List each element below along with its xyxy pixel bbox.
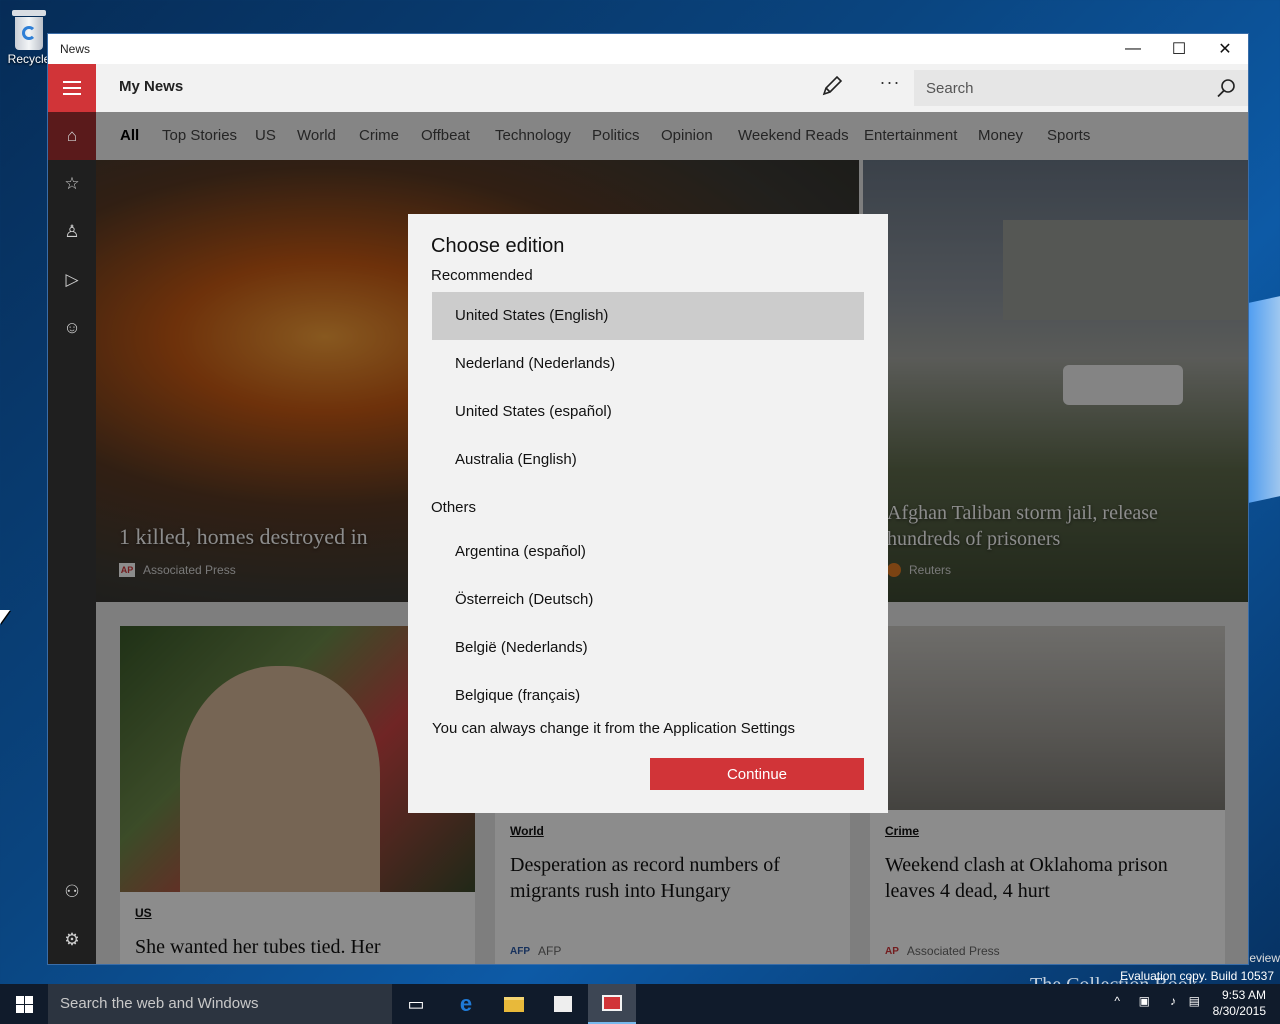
add-user-icon[interactable]: ⚇ bbox=[48, 868, 96, 916]
preview-text: eview bbox=[1249, 951, 1280, 965]
mouse-cursor-icon bbox=[0, 610, 10, 624]
windows-logo-icon bbox=[15, 995, 33, 1013]
edit-pencil-icon[interactable] bbox=[818, 74, 846, 102]
search-box[interactable] bbox=[914, 70, 1248, 106]
hamburger-menu-button[interactable] bbox=[48, 64, 96, 112]
start-button[interactable] bbox=[0, 984, 48, 1024]
continue-button[interactable]: Continue bbox=[650, 758, 864, 790]
settings-note: You can always change it from the Applic… bbox=[432, 720, 796, 737]
search-input[interactable] bbox=[914, 70, 1194, 106]
star-list-icon[interactable]: ☆ bbox=[48, 160, 96, 208]
recommended-heading: Recommended bbox=[431, 267, 533, 284]
edition-option[interactable]: United States (English) bbox=[432, 292, 864, 340]
gear-icon[interactable]: ⚙ bbox=[48, 916, 96, 964]
edition-option[interactable]: Nederland (Nederlands) bbox=[432, 340, 864, 388]
edge-browser-icon[interactable]: e bbox=[442, 984, 490, 1024]
volume-icon[interactable]: ♪ bbox=[1170, 994, 1176, 1024]
file-explorer-icon[interactable] bbox=[490, 984, 538, 1024]
tray-chevron-icon[interactable]: ^ bbox=[1114, 994, 1120, 1024]
person-icon[interactable]: ♙ bbox=[48, 208, 96, 256]
smiley-icon[interactable]: ☺ bbox=[48, 304, 96, 352]
app-bar: My News ··· bbox=[48, 64, 1248, 112]
edition-option[interactable]: Argentina (español) bbox=[432, 528, 864, 576]
title-bar: News — ☐ ✕ bbox=[48, 34, 1248, 64]
news-app-taskbar-icon[interactable] bbox=[588, 984, 636, 1024]
windows-wallpaper-logo bbox=[1244, 296, 1280, 504]
navigation-sidebar: ⌂ ☆ ♙ ▷ ☺ ⚇ ⚙ bbox=[48, 112, 96, 964]
action-center-icon[interactable]: ▤ bbox=[1189, 994, 1200, 1024]
network-icon[interactable]: ▣ bbox=[1139, 994, 1150, 1024]
taskbar-search[interactable]: Search the web and Windows bbox=[48, 984, 392, 1024]
window-title: News bbox=[60, 42, 91, 56]
home-icon[interactable]: ⌂ bbox=[48, 112, 96, 160]
play-icon[interactable]: ▷ bbox=[48, 256, 96, 304]
search-icon[interactable] bbox=[1216, 78, 1236, 98]
store-icon[interactable] bbox=[539, 984, 587, 1024]
edition-option[interactable]: Belgique (français) bbox=[432, 672, 864, 720]
system-clock[interactable]: 9:53 AM 8/30/2015 bbox=[1213, 987, 1266, 1019]
maximize-button[interactable]: ☐ bbox=[1156, 34, 1202, 64]
edition-option[interactable]: Australia (English) bbox=[432, 436, 864, 484]
others-heading: Others bbox=[431, 499, 477, 516]
recycle-bin-icon bbox=[12, 10, 46, 50]
close-button[interactable]: ✕ bbox=[1202, 34, 1248, 64]
clock-date: 8/30/2015 bbox=[1212, 1004, 1266, 1018]
taskbar: Search the web and Windows ▭ e ^ ▣ ♪ ▤ 9… bbox=[0, 984, 1280, 1024]
choose-edition-dialog: Choose edition Recommended United States… bbox=[408, 214, 888, 813]
minimize-button[interactable]: — bbox=[1110, 34, 1156, 64]
edition-option[interactable]: Österreich (Deutsch) bbox=[432, 576, 864, 624]
edition-option[interactable]: België (Nederlands) bbox=[432, 624, 864, 672]
page-title: My News bbox=[119, 78, 184, 95]
more-options-button[interactable]: ··· bbox=[876, 72, 904, 100]
dialog-title: Choose edition bbox=[431, 235, 565, 257]
edition-option[interactable]: United States (español) bbox=[432, 388, 864, 436]
task-view-icon[interactable]: ▭ bbox=[392, 984, 440, 1024]
clock-time: 9:53 AM bbox=[1221, 988, 1266, 1002]
